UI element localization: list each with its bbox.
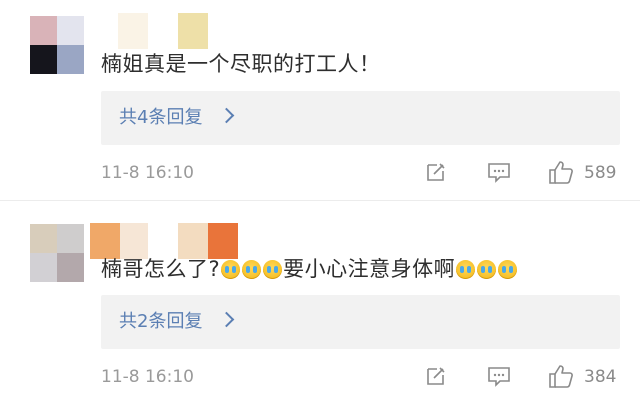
crying-emoji-icon (242, 260, 262, 279)
comment-item: 楠哥怎么了? 要小心注意身体啊 共2条回复 11-8 16:10 384 (0, 201, 640, 402)
comment-icon[interactable] (487, 162, 511, 188)
comment-text-part: 楠哥怎么了? (101, 257, 221, 281)
chevron-right-icon (218, 311, 235, 328)
comment-text: 楠姐真是一个尽职的打工人！ (101, 52, 381, 76)
crying-emoji-icon (498, 260, 518, 279)
crying-emoji-icon (456, 260, 476, 279)
comment-icon[interactable] (487, 366, 511, 392)
thumbs-up-icon[interactable] (548, 363, 574, 393)
crying-emoji-icon (221, 260, 241, 279)
edit-icon[interactable] (425, 161, 447, 187)
replies-button[interactable]: 共2条回复 (101, 295, 620, 349)
timestamp: 11-8 16:10 (101, 163, 194, 183)
replies-label: 共4条回复 (119, 107, 203, 128)
edit-icon[interactable] (425, 365, 447, 391)
replies-button[interactable]: 共4条回复 (101, 91, 620, 145)
replies-label: 共2条回复 (119, 311, 203, 332)
comment-text-part: 要小心注意身体啊 (283, 257, 456, 281)
comment-item: 楠姐真是一个尽职的打工人！ 共4条回复 11-8 16:10 589 (0, 0, 640, 200)
like-count: 589 (584, 163, 617, 183)
chevron-right-icon (218, 107, 235, 124)
thumbs-up-icon[interactable] (548, 159, 574, 189)
crying-emoji-icon (477, 260, 497, 279)
crying-emoji-icon (263, 260, 283, 279)
timestamp: 11-8 16:10 (101, 367, 194, 387)
avatar[interactable] (30, 224, 84, 282)
avatar[interactable] (30, 16, 84, 74)
username[interactable] (118, 13, 238, 49)
comment-text: 楠哥怎么了? 要小心注意身体啊 (101, 254, 518, 284)
like-count: 384 (584, 367, 617, 387)
